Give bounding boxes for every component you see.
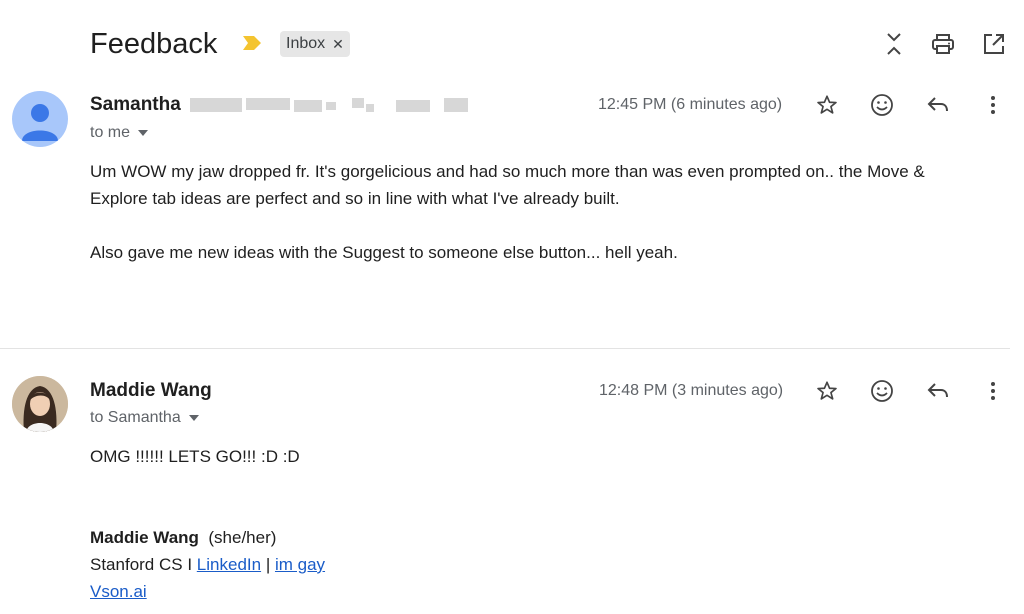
star-icon[interactable] bbox=[812, 90, 842, 120]
message-body: OMG !!!!!! LETS GO!!! :D :D bbox=[90, 443, 1000, 470]
importance-marker-icon[interactable] bbox=[243, 36, 261, 55]
emoji-react-icon[interactable] bbox=[867, 376, 897, 406]
message-time: 12:45 PM (6 minutes ago) bbox=[598, 96, 783, 113]
redacted-email-address bbox=[190, 94, 470, 116]
body-line: Also gave me new ideas with the Suggest … bbox=[90, 243, 678, 262]
signature-affiliation: Stanford CS I bbox=[90, 555, 193, 574]
chevron-down-icon bbox=[188, 415, 199, 421]
open-in-new-window-icon[interactable] bbox=[980, 30, 1008, 58]
reply-icon[interactable] bbox=[923, 376, 953, 406]
expand-collapse-icon[interactable] bbox=[880, 30, 908, 58]
recipient-text: to Samantha bbox=[90, 409, 181, 426]
message-time: 12:48 PM (3 minutes ago) bbox=[599, 382, 784, 399]
signature-link[interactable]: im gay bbox=[275, 555, 325, 574]
body-line: Explore tab ideas are perfect and so in … bbox=[90, 189, 620, 208]
recipient-dropdown[interactable]: to me bbox=[90, 124, 149, 142]
emoji-react-icon[interactable] bbox=[867, 90, 897, 120]
recipient-text: to me bbox=[90, 124, 131, 141]
message-divider bbox=[0, 348, 1010, 349]
more-vert-icon[interactable] bbox=[978, 376, 1008, 406]
inbox-label-chip: Inbox ✕ bbox=[280, 31, 350, 57]
signature-separator: | bbox=[265, 555, 271, 574]
sender-avatar[interactable] bbox=[12, 91, 68, 147]
website-link[interactable]: Vson.ai bbox=[90, 582, 147, 601]
body-line: OMG !!!!!! LETS GO!!! :D :D bbox=[90, 447, 300, 466]
star-icon[interactable] bbox=[812, 376, 842, 406]
sender-avatar-photo[interactable] bbox=[12, 376, 68, 432]
email-signature: Maddie Wang (she/her) Stanford CS I Link… bbox=[90, 524, 690, 605]
body-line: Um WOW my jaw dropped fr. It's gorgelici… bbox=[90, 162, 925, 181]
thread-subject: Feedback bbox=[90, 28, 218, 60]
reply-icon[interactable] bbox=[923, 90, 953, 120]
more-vert-icon[interactable] bbox=[978, 90, 1008, 120]
linkedin-link[interactable]: LinkedIn bbox=[197, 555, 261, 574]
sender-name[interactable]: Samantha bbox=[90, 94, 181, 116]
signature-pronouns: (she/her) bbox=[208, 528, 277, 547]
print-icon[interactable] bbox=[929, 30, 957, 58]
message-body: Um WOW my jaw dropped fr. It's gorgelici… bbox=[90, 158, 1000, 266]
sender-name[interactable]: Maddie Wang bbox=[90, 380, 212, 402]
recipient-dropdown[interactable]: to Samantha bbox=[90, 409, 199, 427]
chevron-down-icon bbox=[138, 130, 149, 136]
signature-name: Maddie Wang bbox=[90, 528, 199, 547]
remove-label-icon[interactable]: ✕ bbox=[332, 36, 344, 53]
inbox-label-text: Inbox bbox=[286, 35, 326, 52]
